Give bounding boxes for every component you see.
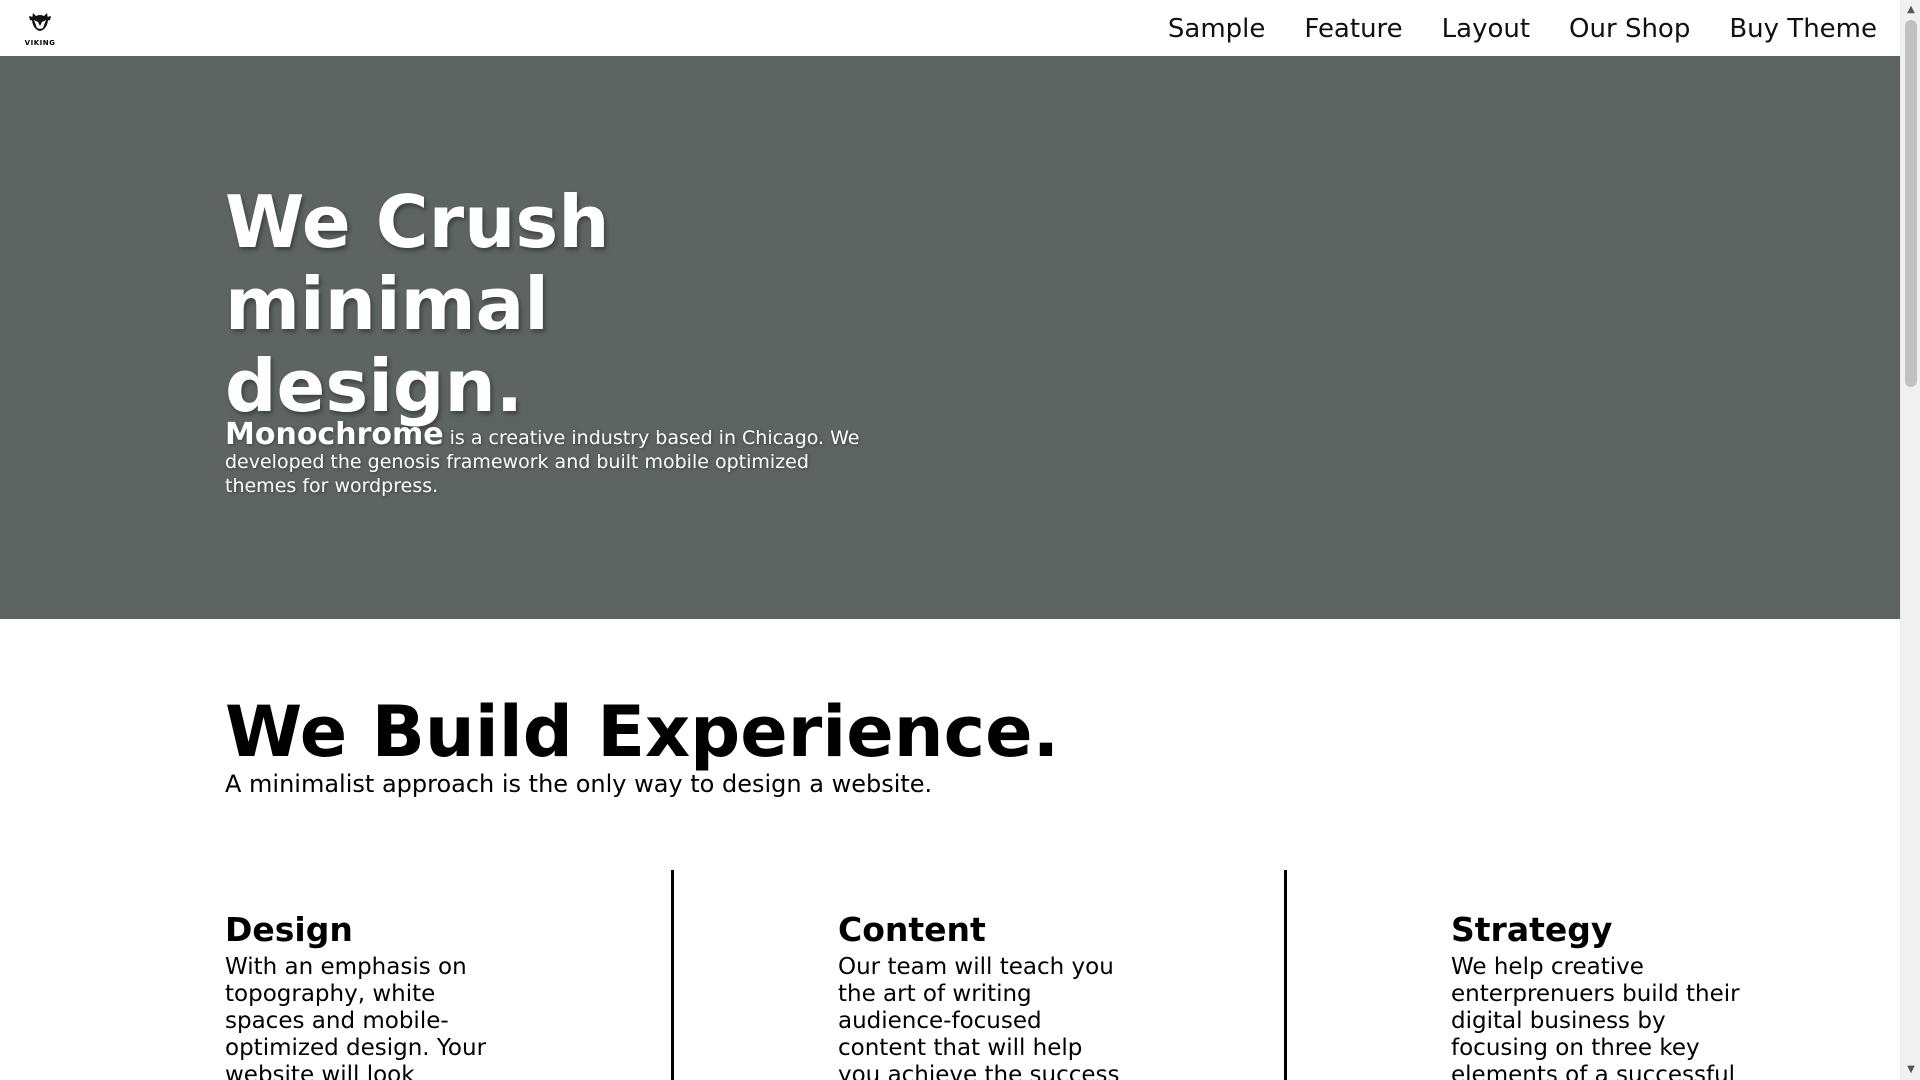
feature-content-text: Our team will teach you the art of writi… (838, 954, 1120, 1080)
feature-divider-1 (671, 870, 674, 1080)
logo-text: VIKING (24, 39, 56, 47)
feature-design-title: Design (225, 910, 353, 949)
feature-strategy-text: We help creative enterprenuers build the… (1451, 954, 1740, 1080)
arrow-up-icon[interactable]: ▲ (1901, 2, 1920, 18)
nav-feature[interactable]: Feature (1304, 14, 1402, 44)
feature-divider-2 (1284, 870, 1287, 1080)
section-title: We Build Experience. (225, 691, 1060, 773)
brand-logo[interactable]: VIKING (18, 8, 62, 48)
page-viewport: VIKING Sample Feature Layout Our Shop Bu… (0, 0, 1900, 1080)
hero-title: We Crush minimal design. (225, 180, 610, 428)
top-navigation: VIKING Sample Feature Layout Our Shop Bu… (0, 0, 1900, 56)
feature-content-title: Content (838, 910, 986, 949)
nav-buy-theme[interactable]: Buy Theme (1729, 14, 1877, 44)
features-section: Design With an emphasis on topography, w… (0, 870, 1900, 1080)
brand-name: Monochrome (225, 417, 444, 452)
scrollbar-thumb[interactable] (1905, 20, 1917, 387)
section-subtitle: A minimalist approach is the only way to… (225, 770, 933, 798)
nav-sample[interactable]: Sample (1168, 14, 1266, 44)
feature-content: Content Our team will teach you the art … (838, 910, 1138, 1080)
feature-strategy-title: Strategy (1451, 910, 1613, 949)
hero-description: Monochrome is a creative industry based … (225, 420, 875, 498)
hero-section: We Crush minimal design. Monochrome is a… (0, 56, 1900, 619)
nav-layout[interactable]: Layout (1442, 14, 1530, 44)
arrow-down-icon[interactable]: ▼ (1901, 1062, 1920, 1078)
vertical-scrollbar[interactable]: ▲ ▼ (1900, 0, 1920, 1080)
feature-strategy: Strategy We help creative enterprenuers … (1451, 910, 1751, 1080)
main-menu: Sample Feature Layout Our Shop Buy Theme (1168, 14, 1877, 44)
viking-helmet-icon (29, 13, 51, 31)
nav-our-shop[interactable]: Our Shop (1569, 14, 1690, 44)
feature-design-text: With an emphasis on topography, white sp… (225, 954, 487, 1080)
feature-design: Design With an emphasis on topography, w… (225, 910, 525, 1080)
hero-copy: We Crush minimal design. Monochrome is a… (225, 181, 875, 498)
